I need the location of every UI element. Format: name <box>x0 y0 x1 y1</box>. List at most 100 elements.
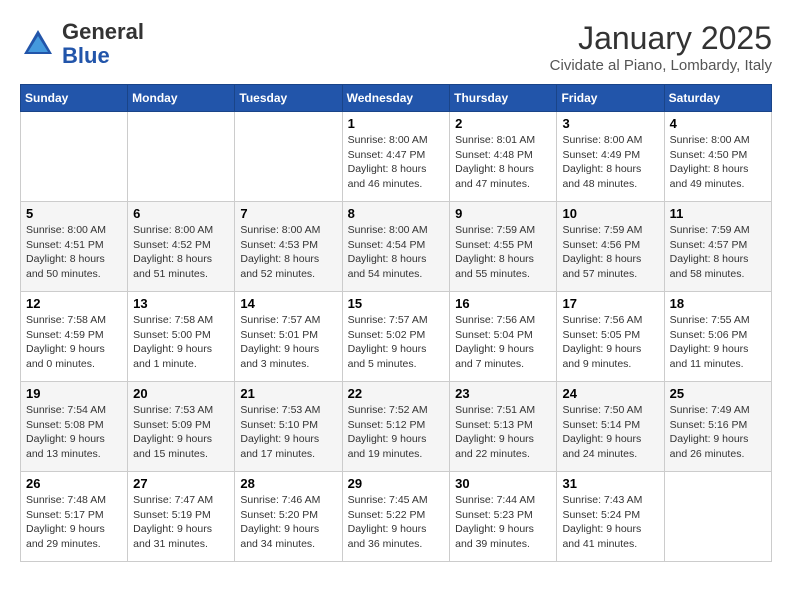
calendar-cell: 22 Sunrise: 7:52 AM Sunset: 5:12 PM Dayli… <box>342 382 450 472</box>
page-header: General Blue January 2025 Cividate al Pi… <box>20 20 772 74</box>
calendar-cell: 8 Sunrise: 8:00 AM Sunset: 4:54 PM Daylig… <box>342 202 450 292</box>
day-number: 25 <box>670 386 766 401</box>
day-info: Sunrise: 7:44 AM Sunset: 5:23 PM Dayligh… <box>455 493 551 552</box>
day-info: Sunrise: 8:00 AM Sunset: 4:53 PM Dayligh… <box>240 223 336 282</box>
day-info: Sunrise: 7:48 AM Sunset: 5:17 PM Dayligh… <box>26 493 122 552</box>
logo-icon <box>20 26 56 62</box>
calendar-cell: 13 Sunrise: 7:58 AM Sunset: 5:00 PM Dayli… <box>128 292 235 382</box>
weekday-header-thursday: Thursday <box>450 85 557 112</box>
day-number: 29 <box>348 476 445 491</box>
calendar-cell: 31Sunrise: 7:43 AM Sunset: 5:24 PM Dayli… <box>557 472 664 562</box>
day-number: 19 <box>26 386 122 401</box>
calendar-cell: 3Sunrise: 8:00 AM Sunset: 4:49 PM Daylig… <box>557 112 664 202</box>
calendar-cell <box>128 112 235 202</box>
day-info: Sunrise: 7:53 AM Sunset: 5:10 PM Dayligh… <box>240 403 336 462</box>
day-info: Sunrise: 8:00 AM Sunset: 4:49 PM Dayligh… <box>562 133 658 192</box>
day-info: Sunrise: 7:45 AM Sunset: 5:22 PM Dayligh… <box>348 493 445 552</box>
day-number: 4 <box>670 116 766 131</box>
day-info: Sunrise: 8:00 AM Sunset: 4:54 PM Dayligh… <box>348 223 445 282</box>
day-info: Sunrise: 7:49 AM Sunset: 5:16 PM Dayligh… <box>670 403 766 462</box>
day-number: 8 <box>348 206 445 221</box>
day-info: Sunrise: 7:57 AM Sunset: 5:01 PM Dayligh… <box>240 313 336 372</box>
day-info: Sunrise: 7:52 AM Sunset: 5:12 PM Dayligh… <box>348 403 445 462</box>
day-info: Sunrise: 8:00 AM Sunset: 4:51 PM Dayligh… <box>26 223 122 282</box>
calendar-cell: 30 Sunrise: 7:44 AM Sunset: 5:23 PM Dayli… <box>450 472 557 562</box>
calendar-cell: 21Sunrise: 7:53 AM Sunset: 5:10 PM Dayli… <box>235 382 342 472</box>
calendar-cell <box>21 112 128 202</box>
weekday-header-saturday: Saturday <box>664 85 771 112</box>
day-number: 27 <box>133 476 229 491</box>
day-info: Sunrise: 7:58 AM Sunset: 4:59 PM Dayligh… <box>26 313 122 372</box>
calendar-cell: 29 Sunrise: 7:45 AM Sunset: 5:22 PM Dayli… <box>342 472 450 562</box>
calendar-cell: 18 Sunrise: 7:55 AM Sunset: 5:06 PM Dayli… <box>664 292 771 382</box>
day-number: 23 <box>455 386 551 401</box>
day-info: Sunrise: 7:58 AM Sunset: 5:00 PM Dayligh… <box>133 313 229 372</box>
day-number: 15 <box>348 296 445 311</box>
day-number: 5 <box>26 206 122 221</box>
calendar-cell: 12Sunrise: 7:58 AM Sunset: 4:59 PM Dayli… <box>21 292 128 382</box>
day-info: Sunrise: 7:57 AM Sunset: 5:02 PM Dayligh… <box>348 313 445 372</box>
calendar-cell <box>664 472 771 562</box>
day-number: 22 <box>348 386 445 401</box>
day-number: 7 <box>240 206 336 221</box>
day-info: Sunrise: 7:43 AM Sunset: 5:24 PM Dayligh… <box>562 493 658 552</box>
day-info: Sunrise: 8:00 AM Sunset: 4:52 PM Dayligh… <box>133 223 229 282</box>
calendar-cell: 5 Sunrise: 8:00 AM Sunset: 4:51 PM Daylig… <box>21 202 128 292</box>
day-number: 18 <box>670 296 766 311</box>
calendar-week-3: 12Sunrise: 7:58 AM Sunset: 4:59 PM Dayli… <box>21 292 772 382</box>
day-number: 9 <box>455 206 551 221</box>
calendar-cell: 28Sunrise: 7:46 AM Sunset: 5:20 PM Dayli… <box>235 472 342 562</box>
calendar-cell: 10 Sunrise: 7:59 AM Sunset: 4:56 PM Dayli… <box>557 202 664 292</box>
day-number: 17 <box>562 296 658 311</box>
calendar-cell: 2 Sunrise: 8:01 AM Sunset: 4:48 PM Daylig… <box>450 112 557 202</box>
weekday-header-tuesday: Tuesday <box>235 85 342 112</box>
calendar-cell: 20Sunrise: 7:53 AM Sunset: 5:09 PM Dayli… <box>128 382 235 472</box>
day-number: 30 <box>455 476 551 491</box>
calendar-cell: 19Sunrise: 7:54 AM Sunset: 5:08 PM Dayli… <box>21 382 128 472</box>
day-info: Sunrise: 7:59 AM Sunset: 4:56 PM Dayligh… <box>562 223 658 282</box>
day-number: 16 <box>455 296 551 311</box>
month-title: January 2025 <box>550 20 772 57</box>
day-number: 14 <box>240 296 336 311</box>
calendar-week-5: 26 Sunrise: 7:48 AM Sunset: 5:17 PM Dayli… <box>21 472 772 562</box>
day-info: Sunrise: 7:56 AM Sunset: 5:04 PM Dayligh… <box>455 313 551 372</box>
title-block: January 2025 Cividate al Piano, Lombardy… <box>550 20 772 74</box>
location: Cividate al Piano, Lombardy, Italy <box>550 57 772 74</box>
day-info: Sunrise: 7:50 AM Sunset: 5:14 PM Dayligh… <box>562 403 658 462</box>
day-number: 11 <box>670 206 766 221</box>
day-info: Sunrise: 7:55 AM Sunset: 5:06 PM Dayligh… <box>670 313 766 372</box>
day-info: Sunrise: 8:01 AM Sunset: 4:48 PM Dayligh… <box>455 133 551 192</box>
calendar: SundayMondayTuesdayWednesdayThursdayFrid… <box>20 84 772 562</box>
day-info: Sunrise: 7:59 AM Sunset: 4:55 PM Dayligh… <box>455 223 551 282</box>
day-info: Sunrise: 7:56 AM Sunset: 5:05 PM Dayligh… <box>562 313 658 372</box>
day-info: Sunrise: 7:59 AM Sunset: 4:57 PM Dayligh… <box>670 223 766 282</box>
calendar-cell: 9 Sunrise: 7:59 AM Sunset: 4:55 PM Daylig… <box>450 202 557 292</box>
day-number: 20 <box>133 386 229 401</box>
calendar-cell: 15 Sunrise: 7:57 AM Sunset: 5:02 PM Dayli… <box>342 292 450 382</box>
day-number: 6 <box>133 206 229 221</box>
day-number: 1 <box>348 116 445 131</box>
day-info: Sunrise: 7:47 AM Sunset: 5:19 PM Dayligh… <box>133 493 229 552</box>
weekday-header-wednesday: Wednesday <box>342 85 450 112</box>
day-info: Sunrise: 8:00 AM Sunset: 4:47 PM Dayligh… <box>348 133 445 192</box>
day-number: 10 <box>562 206 658 221</box>
calendar-cell: 17 Sunrise: 7:56 AM Sunset: 5:05 PM Dayli… <box>557 292 664 382</box>
calendar-cell: 4 Sunrise: 8:00 AM Sunset: 4:50 PM Daylig… <box>664 112 771 202</box>
day-info: Sunrise: 8:00 AM Sunset: 4:50 PM Dayligh… <box>670 133 766 192</box>
day-number: 2 <box>455 116 551 131</box>
calendar-cell: 6 Sunrise: 8:00 AM Sunset: 4:52 PM Daylig… <box>128 202 235 292</box>
weekday-header-monday: Monday <box>128 85 235 112</box>
calendar-cell: 11 Sunrise: 7:59 AM Sunset: 4:57 PM Dayli… <box>664 202 771 292</box>
calendar-cell: 14 Sunrise: 7:57 AM Sunset: 5:01 PM Dayli… <box>235 292 342 382</box>
calendar-cell: 1 Sunrise: 8:00 AM Sunset: 4:47 PM Daylig… <box>342 112 450 202</box>
day-number: 26 <box>26 476 122 491</box>
calendar-cell: 26 Sunrise: 7:48 AM Sunset: 5:17 PM Dayli… <box>21 472 128 562</box>
calendar-cell: 24Sunrise: 7:50 AM Sunset: 5:14 PM Dayli… <box>557 382 664 472</box>
calendar-cell <box>235 112 342 202</box>
weekday-header-sunday: Sunday <box>21 85 128 112</box>
calendar-cell: 7 Sunrise: 8:00 AM Sunset: 4:53 PM Daylig… <box>235 202 342 292</box>
logo: General Blue <box>20 20 144 68</box>
day-number: 13 <box>133 296 229 311</box>
day-number: 28 <box>240 476 336 491</box>
calendar-week-1: 1 Sunrise: 8:00 AM Sunset: 4:47 PM Daylig… <box>21 112 772 202</box>
